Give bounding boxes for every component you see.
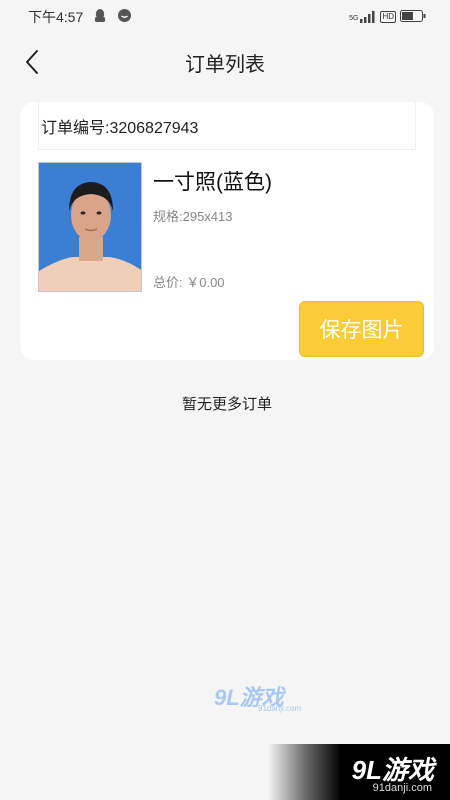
watermark-center-site: 91danji.com [258,704,302,713]
status-time: 下午4:57 [28,9,84,25]
no-more-orders-text: 暂无更多订单 [181,396,272,413]
watermark-logo-center: 9L游戏 91danji.com [214,680,314,716]
order-header: 订单编号:3206827943 [38,102,416,150]
status-left: 下午4:57 [28,7,132,27]
hd-icon: HD [380,11,396,23]
order-card: 订单编号:3206827943 一寸照(蓝色) 规格:295x413 总价: ￥… [20,102,434,360]
portrait-image [39,163,141,291]
hd-label: HD [382,12,394,21]
product-name: 一寸照(蓝色) [153,171,272,194]
back-button[interactable] [16,46,48,78]
network-label: 5G [349,15,359,22]
order-number: 订单编号:3206827943 [41,119,199,137]
product-price: 总价: ￥0.00 [153,275,225,290]
battery-icon [400,9,426,25]
status-right: 5G HD [349,9,426,25]
watermark-corner-site: 91danji.com [372,782,432,794]
nav-bar: 订单列表 [0,36,450,88]
status-bar: 下午4:57 5G HD [0,0,450,34]
watermark-logo-corner: 9L游戏 91danji.com [268,744,450,800]
signal-5g-icon: 5G [349,11,376,23]
qq-icon [93,8,107,27]
id-photo-thumbnail[interactable] [38,162,142,292]
chevron-left-icon [26,50,38,74]
product-spec: 规格:295x413 [153,209,233,224]
message-bubble-icon [117,8,132,26]
save-image-button[interactable]: 保存图片 [299,301,424,357]
page-title: 订单列表 [185,53,265,76]
